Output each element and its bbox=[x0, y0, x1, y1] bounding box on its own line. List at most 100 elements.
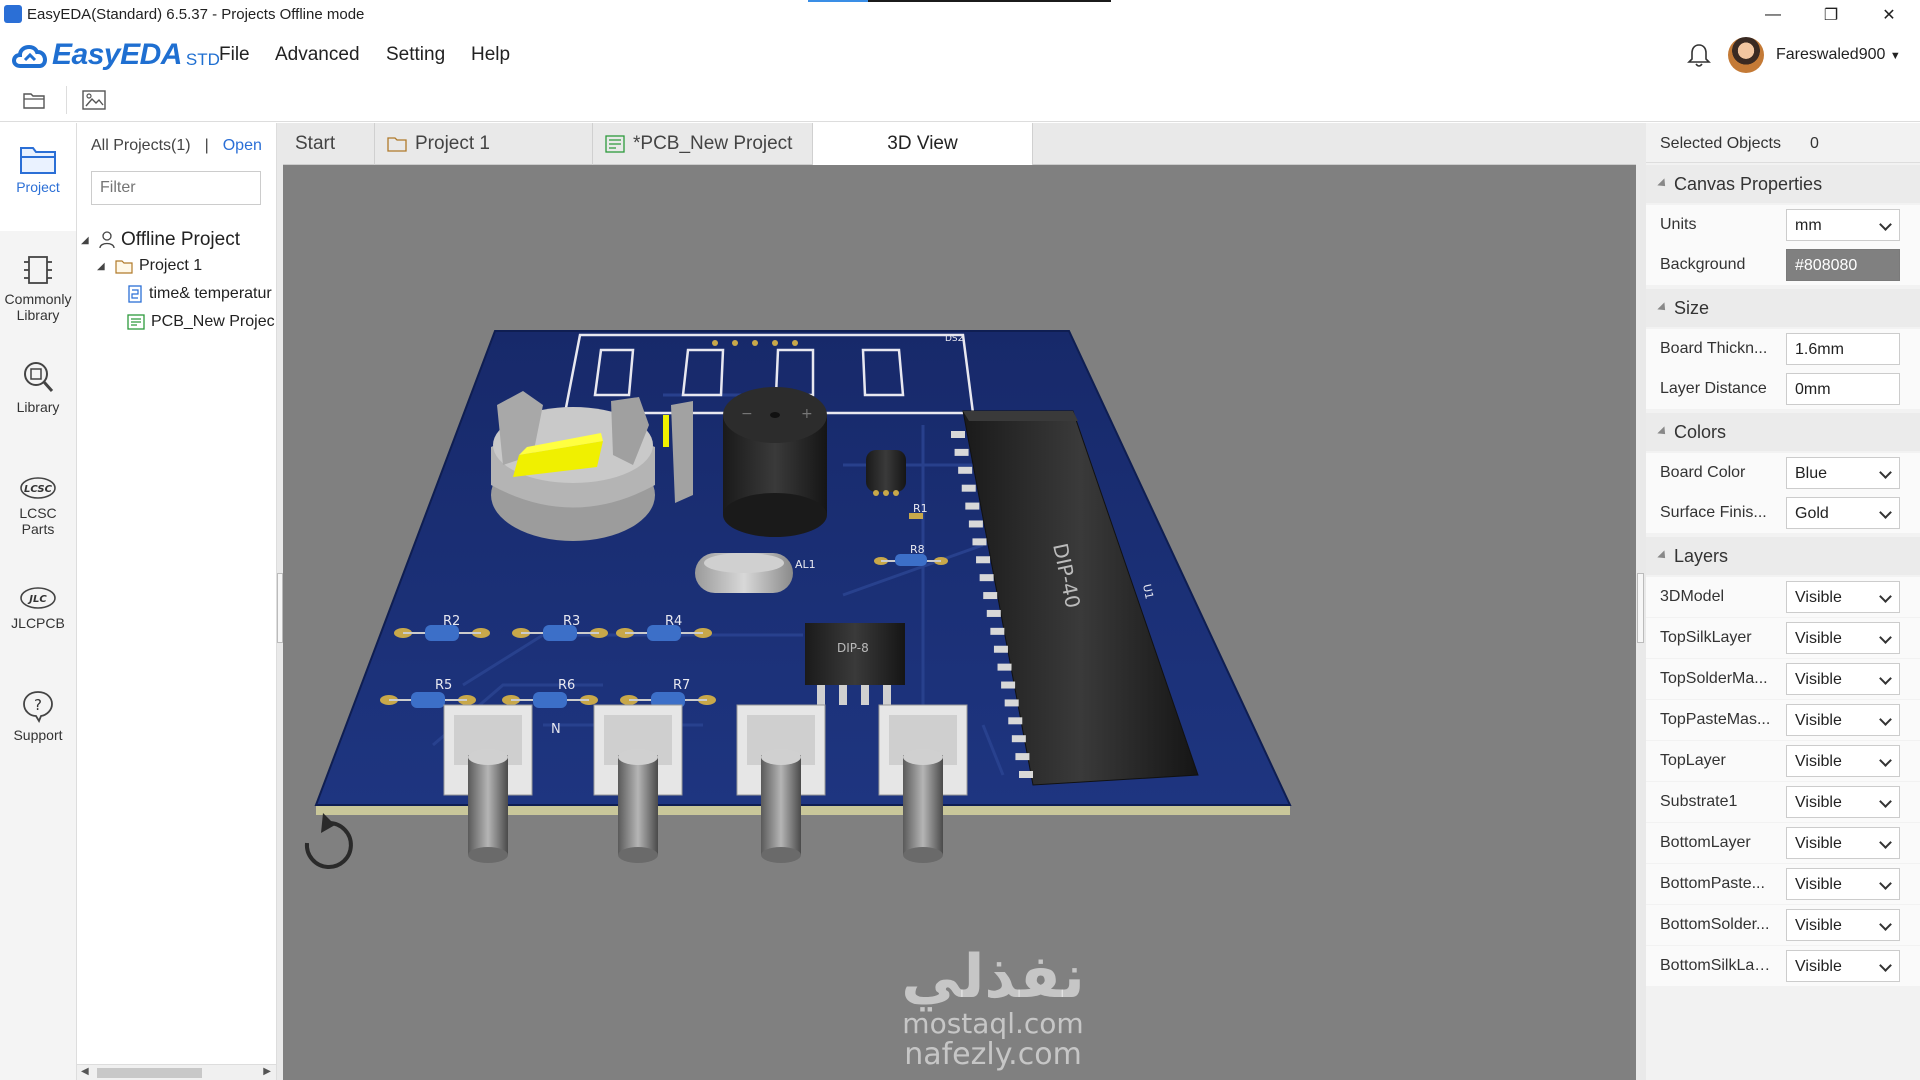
tab-start[interactable]: Start bbox=[283, 123, 375, 165]
label-n: N bbox=[551, 722, 561, 737]
layer-visibility-select[interactable]: Visible bbox=[1786, 745, 1900, 777]
menu-setting[interactable]: Setting bbox=[386, 44, 445, 66]
layer-visibility-select[interactable]: Visible bbox=[1786, 786, 1900, 818]
magnifier-icon bbox=[24, 362, 54, 392]
all-projects-tab[interactable]: All Projects(1) bbox=[91, 137, 191, 154]
folder-icon bbox=[20, 147, 56, 174]
jlcpcb-icon: JLC bbox=[20, 587, 56, 609]
open-folder-button[interactable] bbox=[18, 84, 50, 116]
section-size[interactable]: Size bbox=[1646, 289, 1920, 327]
nav-support-label: Support bbox=[13, 727, 63, 743]
row-units: Units mm bbox=[1646, 205, 1920, 245]
nav-jlcpcb[interactable]: JLC JLCPCB bbox=[0, 585, 76, 631]
notification-bell-icon[interactable] bbox=[1686, 42, 1712, 68]
username-label: Fareswaled900 bbox=[1776, 46, 1886, 63]
close-button[interactable]: ✕ bbox=[1860, 0, 1918, 30]
scroll-left-icon[interactable]: ◀ bbox=[81, 1066, 89, 1077]
layer-label: TopSolderMa... bbox=[1660, 670, 1768, 687]
nav-project-label: Project bbox=[16, 179, 60, 195]
selected-objects-row: Selected Objects 0 bbox=[1646, 123, 1920, 163]
help-icon: ? bbox=[23, 691, 53, 723]
open-tab[interactable]: Open bbox=[223, 137, 262, 154]
nav-project[interactable]: Project bbox=[0, 123, 76, 231]
layer-row: TopSolderMa... Visible bbox=[1646, 659, 1920, 699]
window-title: EasyEDA(Standard) 6.5.37 - Projects Offl… bbox=[27, 6, 365, 23]
background-color-input[interactable]: #808080 bbox=[1786, 249, 1900, 281]
layer-visibility-select[interactable]: Visible bbox=[1786, 704, 1900, 736]
tab-project-1-label: Project 1 bbox=[415, 133, 490, 154]
layer-visibility-select[interactable]: Visible bbox=[1786, 868, 1900, 900]
layer-row: BottomSilkLayer Visible bbox=[1646, 946, 1920, 986]
layer-visibility-select[interactable]: Visible bbox=[1786, 950, 1900, 982]
horizontal-scrollbar[interactable]: ◀ ▶ bbox=[77, 1064, 276, 1080]
3d-view-canvas[interactable]: DS2 − + R1 AL1 R8 DIP-40 U1 DIP-8 R2 R3 … bbox=[283, 165, 1636, 1080]
surface-finish-select[interactable]: Gold bbox=[1786, 497, 1900, 529]
section-canvas-properties[interactable]: Canvas Properties bbox=[1646, 165, 1920, 203]
nav-commonly-library-label: Commonly Library bbox=[4, 291, 72, 323]
nav-commonly-library[interactable]: Commonly Library bbox=[0, 253, 76, 323]
chip-icon bbox=[24, 256, 52, 284]
layer-visibility-select[interactable]: Visible bbox=[1786, 581, 1900, 613]
rotate-view-icon[interactable] bbox=[304, 813, 353, 869]
splitter-grip[interactable] bbox=[1637, 573, 1644, 643]
tab-project-1[interactable]: Project 1 bbox=[375, 123, 593, 165]
section-colors[interactable]: Colors bbox=[1646, 413, 1920, 451]
menu-file[interactable]: File bbox=[219, 44, 250, 66]
expand-triangle-icon[interactable]: ◢ bbox=[97, 261, 109, 272]
tree-file-pcb[interactable]: PCB_New Projec bbox=[127, 313, 275, 331]
right-panel-splitter[interactable] bbox=[1636, 123, 1646, 1080]
buzzer-plus-label: + bbox=[801, 406, 813, 422]
layer-label: 3DModel bbox=[1660, 588, 1725, 605]
user-avatar[interactable] bbox=[1728, 37, 1764, 73]
nav-library-label: Library bbox=[16, 399, 60, 415]
layer-label: TopSilkLayer bbox=[1660, 629, 1752, 646]
scrollbar-thumb[interactable] bbox=[97, 1068, 202, 1078]
ic-pin bbox=[972, 538, 987, 546]
layer-distance-label: Layer Distance bbox=[1660, 380, 1767, 397]
layer-label: BottomPaste... bbox=[1660, 875, 1765, 892]
tab-pcb-new-project[interactable]: *PCB_New Project bbox=[593, 123, 813, 165]
tab-3d-view[interactable]: 3D View bbox=[813, 123, 1033, 165]
tree-project-1[interactable]: ◢ Project 1 bbox=[97, 257, 202, 275]
image-export-icon bbox=[82, 90, 106, 110]
tree-offline-project[interactable]: ◢ Offline Project bbox=[81, 229, 240, 251]
menu-advanced[interactable]: Advanced bbox=[275, 44, 360, 66]
units-select[interactable]: mm bbox=[1786, 209, 1900, 241]
tree-file-schematic[interactable]: time& temperatur bbox=[127, 285, 272, 303]
scroll-right-icon[interactable]: ▶ bbox=[263, 1066, 271, 1077]
menu-help[interactable]: Help bbox=[471, 44, 510, 66]
pcb-board-edge bbox=[316, 805, 1290, 815]
row-surface-finish: Surface Finis... Gold bbox=[1646, 493, 1920, 533]
svg-text:?: ? bbox=[34, 696, 42, 714]
expand-triangle-icon[interactable]: ◢ bbox=[81, 235, 93, 246]
nav-library[interactable]: Library bbox=[0, 359, 76, 415]
board-thickness-input[interactable]: 1.6mm bbox=[1786, 333, 1900, 365]
layer-row: BottomLayer Visible bbox=[1646, 823, 1920, 863]
layer-visibility-select[interactable]: Visible bbox=[1786, 827, 1900, 859]
nav-lcsc-parts[interactable]: LCSC LCSC Parts bbox=[0, 475, 76, 537]
offline-project-label: Offline Project bbox=[121, 229, 240, 250]
layer-visibility-select[interactable]: Visible bbox=[1786, 909, 1900, 941]
layer-row: 3DModel Visible bbox=[1646, 577, 1920, 617]
pcb-file-label: PCB_New Projec bbox=[151, 313, 275, 330]
tab-pcb-new-project-label: *PCB_New Project bbox=[633, 133, 793, 154]
nav-support[interactable]: ? Support bbox=[0, 689, 76, 743]
export-image-button[interactable] bbox=[78, 84, 110, 116]
layer-distance-input[interactable]: 0mm bbox=[1786, 373, 1900, 405]
label-ds2: DS2 bbox=[945, 334, 963, 344]
section-layers[interactable]: Layers bbox=[1646, 537, 1920, 575]
row-board-color: Board Color Blue bbox=[1646, 453, 1920, 493]
user-menu[interactable]: Fareswaled900 ▼ bbox=[1776, 46, 1901, 64]
toolbar bbox=[0, 78, 1920, 122]
board-color-select[interactable]: Blue bbox=[1786, 457, 1900, 489]
filter-input[interactable] bbox=[91, 171, 261, 205]
layer-visibility-select[interactable]: Visible bbox=[1786, 622, 1900, 654]
buzzer: − + bbox=[723, 387, 827, 537]
minimize-button[interactable]: — bbox=[1744, 0, 1802, 30]
ic-pin bbox=[951, 431, 965, 438]
layer-visibility-select[interactable]: Visible bbox=[1786, 663, 1900, 695]
brand-name: EasyEDA bbox=[52, 38, 182, 71]
restore-button[interactable]: ❐ bbox=[1802, 0, 1860, 30]
potentiometer bbox=[878, 704, 968, 863]
ic-pin bbox=[961, 484, 976, 492]
